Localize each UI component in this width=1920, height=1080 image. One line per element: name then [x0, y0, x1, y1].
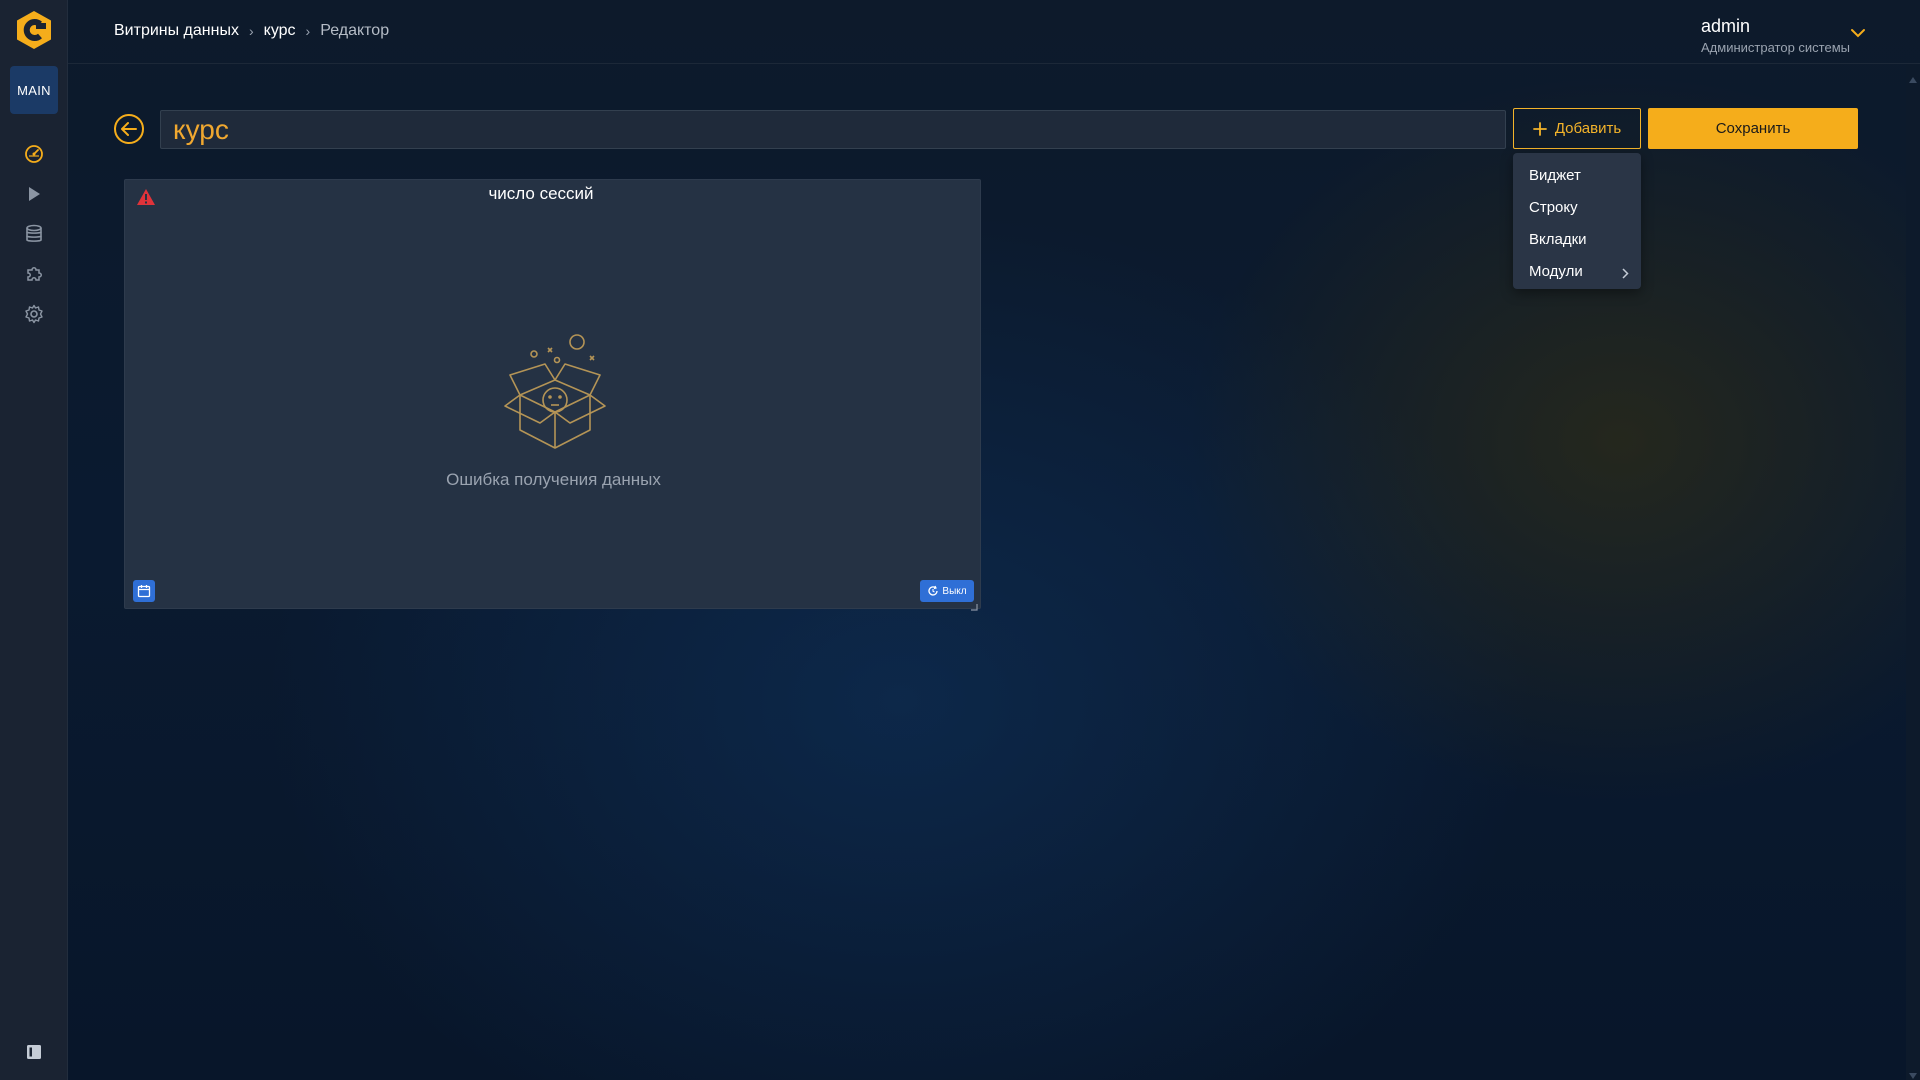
date-filter-button[interactable]	[133, 580, 155, 602]
menu-item-label: Виджет	[1529, 166, 1581, 184]
dashboard-title-input[interactable]	[160, 110, 1506, 149]
plus-icon	[1532, 121, 1547, 136]
chevron-down-icon[interactable]	[1850, 26, 1866, 38]
resize-handle-icon[interactable]	[970, 598, 978, 611]
save-button[interactable]: Сохранить	[1648, 108, 1858, 149]
dashboard-icon[interactable]	[20, 140, 48, 168]
gear-icon[interactable]	[20, 300, 48, 328]
chevron-right-icon	[1621, 266, 1629, 279]
menu-item-label: Вкладки	[1529, 230, 1587, 248]
chevron-right-icon: ›	[248, 23, 254, 39]
top-bar: Витрины данных › курс › Редактор admin А…	[68, 0, 1920, 64]
vertical-scrollbar[interactable]	[1906, 64, 1920, 1080]
user-name: admin	[1701, 16, 1751, 36]
back-button[interactable]	[113, 113, 145, 145]
menu-item-modules[interactable]: Модули	[1513, 255, 1641, 287]
menu-item-row[interactable]: Строку	[1513, 191, 1641, 223]
empty-box-icon	[495, 330, 615, 470]
menu-item-label: Строку	[1529, 198, 1578, 216]
user-role: Администратор системы	[1701, 40, 1850, 55]
add-button-label: Добавить	[1554, 120, 1622, 137]
menu-item-widget[interactable]: Виджет	[1513, 159, 1641, 191]
play-icon[interactable]	[20, 180, 48, 208]
breadcrumb: Витрины данных › курс › Редактор	[114, 22, 389, 40]
user-menu[interactable]: admin Администратор системы	[1701, 16, 1850, 55]
app-logo-icon[interactable]	[14, 10, 54, 50]
empty-state-text: Ошибка получения данных	[446, 470, 661, 489]
puzzle-icon[interactable]	[20, 260, 48, 288]
panel-toggle-icon[interactable]	[26, 1044, 42, 1060]
breadcrumb-item-editor: Редактор	[320, 22, 390, 39]
breadcrumb-item-course[interactable]: курс	[264, 22, 296, 40]
widget-card[interactable]: число сессий Ошибка получения данных Вык…	[124, 179, 981, 611]
database-icon[interactable]	[20, 220, 48, 248]
auto-refresh-label: Выкл	[942, 585, 967, 597]
scroll-up-icon[interactable]	[1909, 70, 1917, 83]
scroll-down-icon[interactable]	[1909, 1066, 1917, 1079]
calendar-icon	[137, 585, 151, 598]
arrow-left-circle-icon	[114, 114, 144, 144]
widget-title: число сессий	[488, 184, 594, 203]
add-dropdown-menu: Виджет Строку Вкладки Модули	[1513, 153, 1641, 289]
menu-item-label: Модули	[1529, 262, 1583, 280]
refresh-icon	[928, 585, 939, 596]
sidebar: MAIN	[0, 0, 68, 1080]
workspace-badge[interactable]: MAIN	[10, 66, 58, 114]
menu-item-tabs[interactable]: Вкладки	[1513, 223, 1641, 255]
add-button[interactable]: Добавить	[1513, 108, 1641, 149]
breadcrumb-item-showcases[interactable]: Витрины данных	[114, 22, 239, 40]
chevron-right-icon: ›	[305, 23, 311, 39]
auto-refresh-toggle[interactable]: Выкл	[920, 580, 974, 602]
